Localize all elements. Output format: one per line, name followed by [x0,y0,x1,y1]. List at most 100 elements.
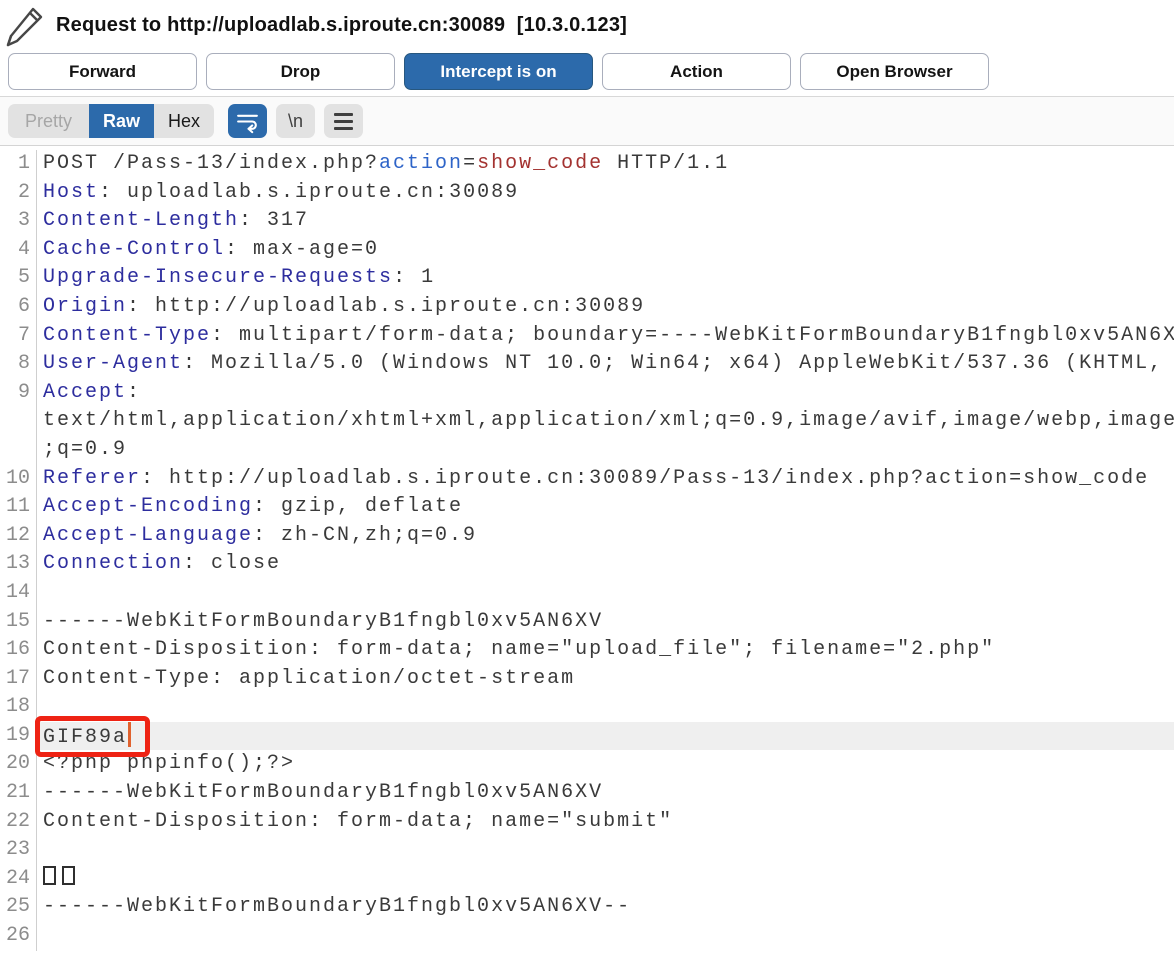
pencil-edit-icon [6,4,46,48]
line-content[interactable]: ------WebKitFormBoundaryB1fngbl0xv5AN6XV [37,779,1174,808]
action-button[interactable]: Action [602,53,791,90]
editor-row[interactable]: 7Content-Type: multipart/form-data; boun… [0,322,1174,351]
editor-row[interactable]: 22Content-Disposition: form-data; name="… [0,808,1174,837]
line-number: 24 [0,865,37,894]
editor-row[interactable]: 13Connection: close [0,550,1174,579]
line-number: 14 [0,579,37,608]
tab-hex[interactable]: Hex [154,104,214,138]
editor-row[interactable]: 23 [0,836,1174,865]
line-content[interactable]: ;q=0.9 [37,436,1174,465]
editor-row[interactable]: 6Origin: http://uploadlab.s.iproute.cn:3… [0,293,1174,322]
line-number: 10 [0,465,37,494]
line-number: 8 [0,350,37,379]
line-content[interactable]: Accept-Language: zh-CN,zh;q=0.9 [37,522,1174,551]
editor-row[interactable]: 15------WebKitFormBoundaryB1fngbl0xv5AN6… [0,608,1174,637]
line-content[interactable] [37,922,1174,951]
line-number: 1 [0,150,37,179]
line-number: 6 [0,293,37,322]
line-number: 20 [0,750,37,779]
line-number: 18 [0,693,37,722]
editor-row[interactable]: 16Content-Disposition: form-data; name="… [0,636,1174,665]
line-content[interactable]: Origin: http://uploadlab.s.iproute.cn:30… [37,293,1174,322]
line-number: 3 [0,207,37,236]
line-content[interactable]: ------WebKitFormBoundaryB1fngbl0xv5AN6XV… [37,893,1174,922]
message-view-toolbar: Pretty Raw Hex \n [0,97,1174,146]
line-content[interactable]: Connection: close [37,550,1174,579]
editor-row[interactable]: 12Accept-Language: zh-CN,zh;q=0.9 [0,522,1174,551]
editor-row[interactable]: 2Host: uploadlab.s.iproute.cn:30089 [0,179,1174,208]
line-content[interactable]: User-Agent: Mozilla/5.0 (Windows NT 10.0… [37,350,1174,379]
line-content[interactable] [37,836,1174,865]
intercept-toolbar: Forward Drop Intercept is on Action Open… [0,50,1174,97]
intercept-title-bar: Request to http://uploadlab.s.iproute.cn… [0,0,1174,50]
line-content[interactable]: <?php phpinfo();?> [37,750,1174,779]
line-number: 25 [0,893,37,922]
line-number [0,407,37,436]
line-number [0,436,37,465]
editor-row[interactable]: 10Referer: http://uploadlab.s.iproute.cn… [0,465,1174,494]
editor-row[interactable]: 20<?php phpinfo();?> [0,750,1174,779]
editor-row[interactable]: 14 [0,579,1174,608]
forward-button[interactable]: Forward [8,53,197,90]
newline-icon: \n [288,111,303,132]
line-content[interactable]: POST /Pass-13/index.php?action=show_code… [37,150,1174,179]
editor-row[interactable]: 26 [0,922,1174,951]
line-content[interactable]: Referer: http://uploadlab.s.iproute.cn:3… [37,465,1174,494]
editor-row[interactable]: 4Cache-Control: max-age=0 [0,236,1174,265]
newline-display-button[interactable]: \n [276,104,315,138]
line-number: 19 [0,722,37,751]
line-content[interactable]: ------WebKitFormBoundaryB1fngbl0xv5AN6XV [37,608,1174,637]
line-content[interactable] [37,865,1174,894]
editor-row[interactable]: 11Accept-Encoding: gzip, deflate [0,493,1174,522]
editor-row[interactable]: 18 [0,693,1174,722]
drop-button[interactable]: Drop [206,53,395,90]
line-number: 17 [0,665,37,694]
line-content[interactable]: Content-Length: 317 [37,207,1174,236]
intercept-toggle-button[interactable]: Intercept is on [404,53,593,90]
line-number: 13 [0,550,37,579]
editor-row[interactable]: 5Upgrade-Insecure-Requests: 1 [0,264,1174,293]
line-number: 9 [0,379,37,408]
editor-row[interactable]: 17Content-Type: application/octet-stream [0,665,1174,694]
line-number: 5 [0,264,37,293]
editor-row[interactable]: 9Accept: [0,379,1174,408]
line-content[interactable]: Accept: [37,379,1174,408]
open-browser-button[interactable]: Open Browser [800,53,989,90]
line-number: 12 [0,522,37,551]
line-content[interactable]: text/html,application/xhtml+xml,applicat… [37,407,1174,436]
line-content[interactable]: Accept-Encoding: gzip, deflate [37,493,1174,522]
line-number: 7 [0,322,37,351]
editor-row[interactable]: 1POST /Pass-13/index.php?action=show_cod… [0,150,1174,179]
request-editor[interactable]: 1POST /Pass-13/index.php?action=show_cod… [0,146,1174,951]
tab-raw[interactable]: Raw [89,104,154,138]
word-wrap-toggle-button[interactable] [228,104,267,138]
line-content[interactable]: Content-Type: multipart/form-data; bound… [37,322,1174,351]
line-number: 21 [0,779,37,808]
tab-pretty[interactable]: Pretty [8,104,89,138]
line-number: 26 [0,922,37,951]
editor-row[interactable]: ;q=0.9 [0,436,1174,465]
line-content[interactable]: Content-Type: application/octet-stream [37,665,1174,694]
editor-row[interactable]: 3Content-Length: 317 [0,207,1174,236]
editor-row[interactable]: 24 [0,865,1174,894]
line-content[interactable]: GIF89a [37,722,1174,751]
line-content[interactable]: Upgrade-Insecure-Requests: 1 [37,264,1174,293]
line-number: 22 [0,808,37,837]
text-cursor [128,722,131,747]
editor-row[interactable]: 19GIF89a [0,722,1174,751]
line-content[interactable]: Host: uploadlab.s.iproute.cn:30089 [37,179,1174,208]
line-content[interactable]: Content-Disposition: form-data; name="up… [37,636,1174,665]
menu-icon [334,113,353,130]
line-content[interactable] [37,579,1174,608]
line-content[interactable]: Cache-Control: max-age=0 [37,236,1174,265]
editor-row[interactable]: text/html,application/xhtml+xml,applicat… [0,407,1174,436]
line-content[interactable] [37,693,1174,722]
editor-row[interactable]: 8User-Agent: Mozilla/5.0 (Windows NT 10.… [0,350,1174,379]
unprintable-byte-glyph [43,866,56,885]
line-number: 16 [0,636,37,665]
line-content[interactable]: Content-Disposition: form-data; name="su… [37,808,1174,837]
editor-row[interactable]: 25------WebKitFormBoundaryB1fngbl0xv5AN6… [0,893,1174,922]
editor-row[interactable]: 21------WebKitFormBoundaryB1fngbl0xv5AN6… [0,779,1174,808]
word-wrap-icon [235,109,260,134]
editor-menu-button[interactable] [324,104,363,138]
